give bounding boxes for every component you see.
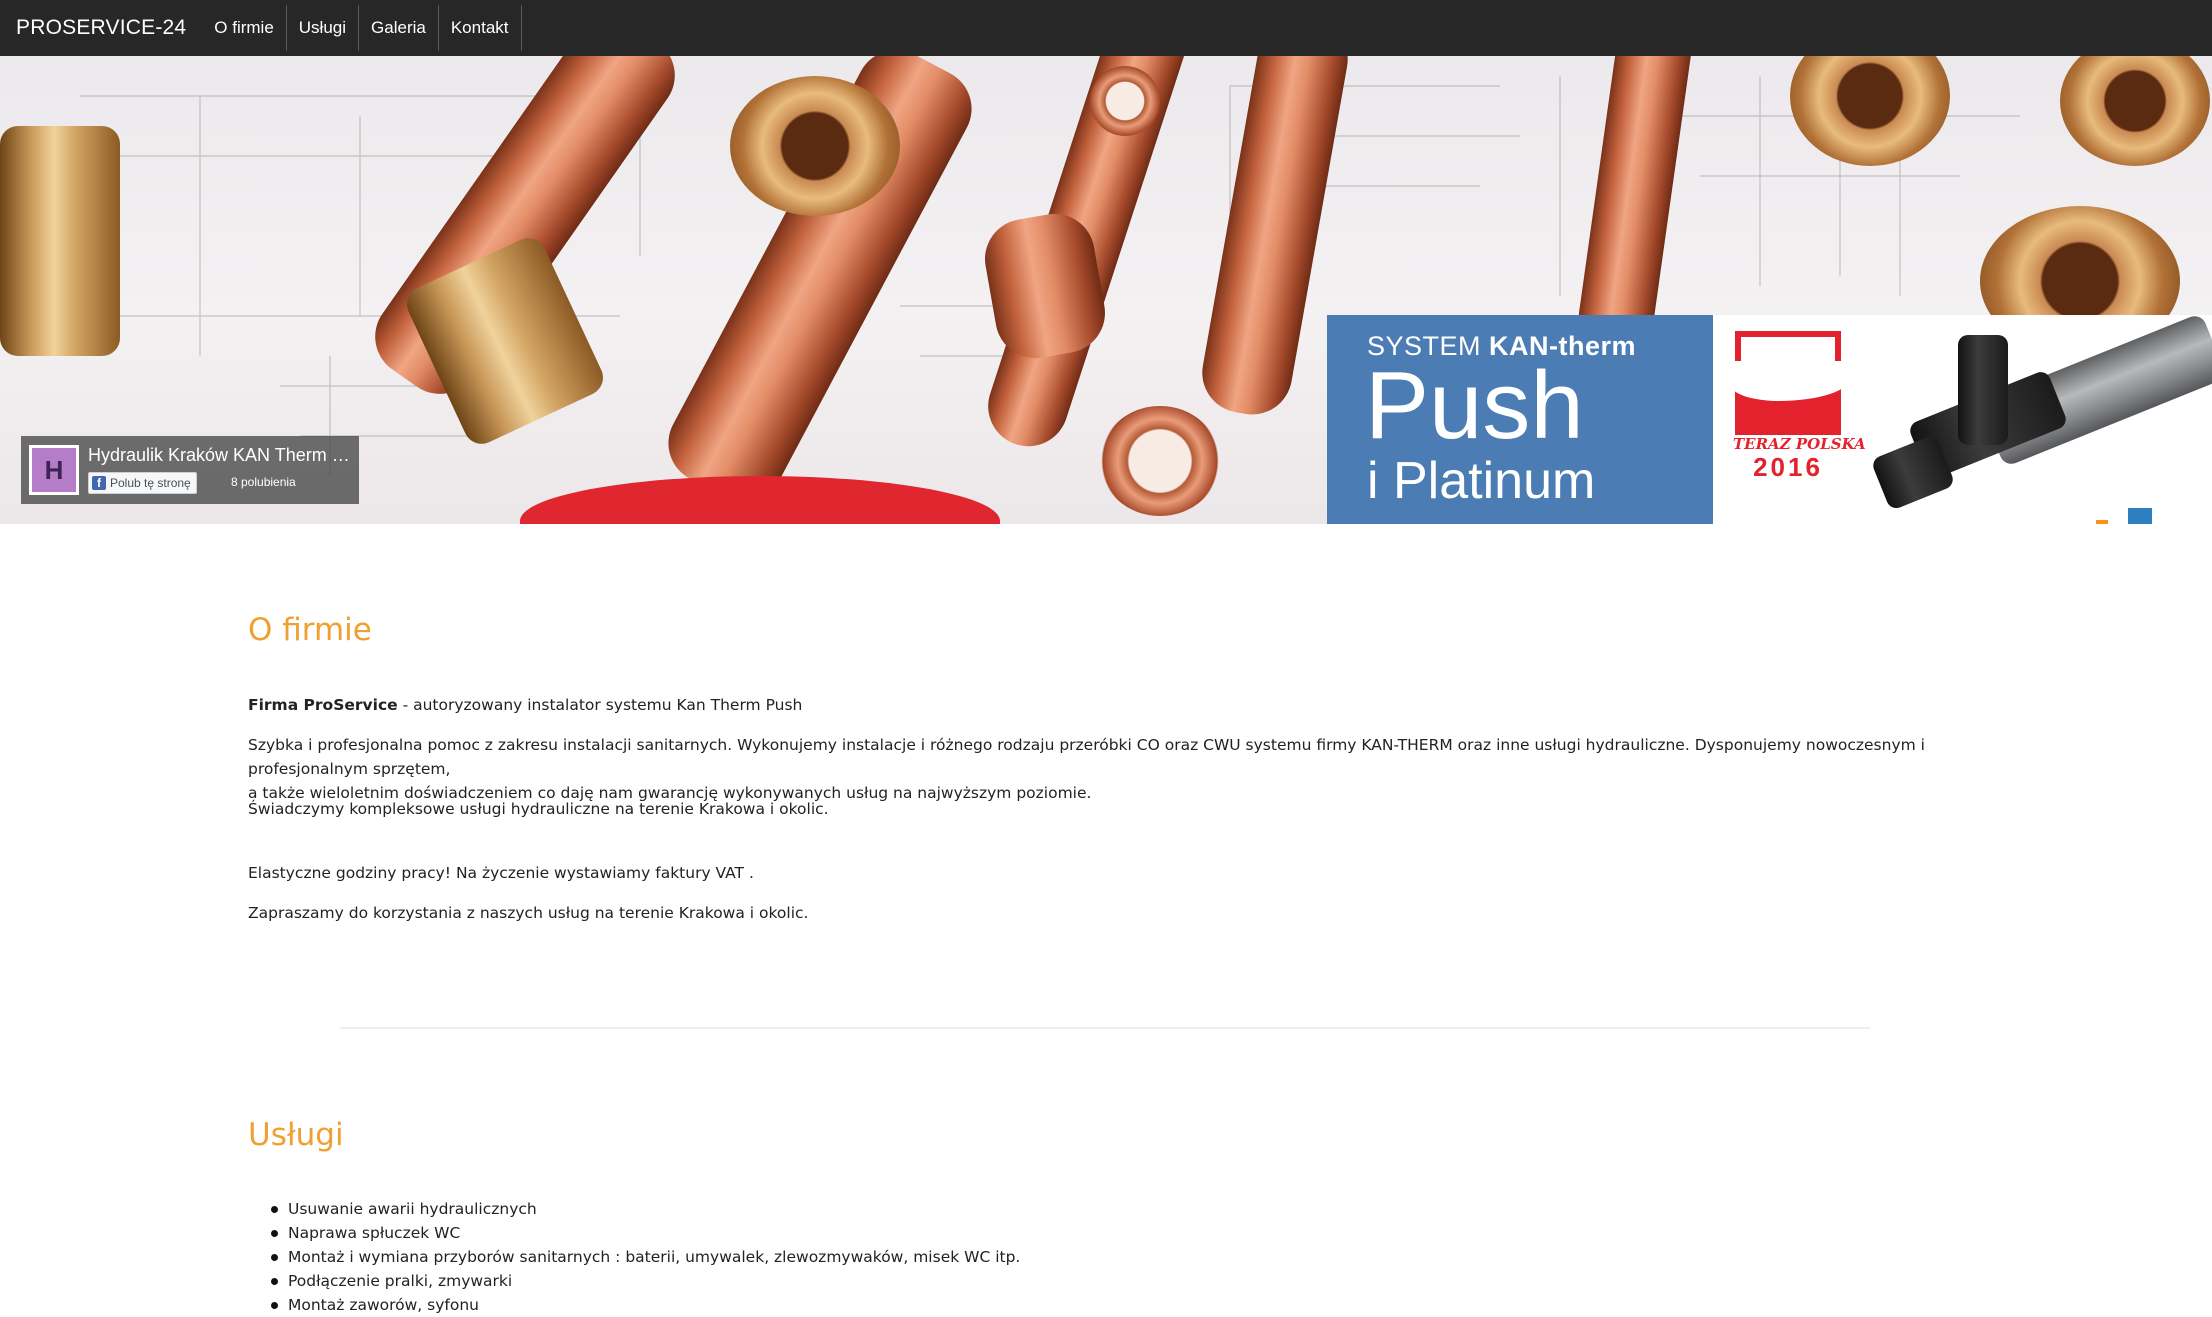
facebook-page-avatar[interactable]: H (29, 445, 79, 495)
services-section: Usługi (248, 1117, 1968, 1153)
services-title: Usługi (248, 1117, 344, 1153)
brass-nut (730, 76, 900, 216)
top-navbar: PROSERVICE-24 O firmie Usługi Galeria Ko… (0, 0, 2212, 56)
facebook-page-name[interactable]: Hydraulik Kraków KAN Therm Push (88, 445, 353, 466)
nav-item-kontakt[interactable]: Kontakt (439, 5, 522, 51)
kan-platinum-label: i Platinum (1367, 452, 1596, 510)
brass-fitting (0, 126, 120, 356)
about-paragraph-4: Zapraszamy do korzystania z naszych usłu… (248, 904, 809, 922)
avatar-letter: H (32, 448, 76, 492)
intro-company-name: Firma ProService (248, 696, 398, 714)
about-paragraph-1-line-1: Szybka i profesjonalna pomoc z zakresu i… (248, 736, 1925, 778)
teraz-polska-text: TERAZ POLSKA (1733, 435, 1866, 453)
about-intro: Firma ProService - autoryzowany instalat… (248, 693, 1968, 717)
facebook-icon: f (92, 476, 106, 490)
nav-item-o-firmie[interactable]: O firmie (202, 5, 287, 51)
about-section: O firmie (248, 612, 1968, 648)
teraz-polska-year: 2016 (1753, 452, 1823, 482)
about-paragraph-3: Elastyczne godziny pracy! Na życzenie wy… (248, 864, 754, 882)
about-paragraph-3-wrap: Elastyczne godziny pracy! Na życzenie wy… (248, 861, 1968, 885)
service-item: Podłączenie pralki, zmywarki (271, 1269, 1020, 1293)
nav-item-uslugi[interactable]: Usługi (287, 5, 360, 51)
copper-ring (1090, 66, 1160, 136)
teraz-polska-panel: TERAZ POLSKA 2016 (1713, 312, 2212, 524)
about-paragraph-4-wrap: Zapraszamy do korzystania z naszych usłu… (248, 901, 1968, 925)
brand-link[interactable]: PROSERVICE-24 (0, 0, 202, 56)
copper-ring (1100, 406, 1220, 516)
services-list: Usuwanie awarii hydraulicznych Naprawa s… (271, 1197, 1020, 1317)
section-divider (340, 1027, 1870, 1029)
kan-push-label: Push (1365, 352, 1584, 459)
service-item: Montaż zaworów, syfonu (271, 1293, 1020, 1317)
logo-square-blue (2128, 508, 2152, 524)
nav-item-galeria[interactable]: Galeria (359, 5, 439, 51)
service-item: Montaż i wymiana przyborów sanitarnych :… (271, 1245, 1020, 1269)
facebook-like-label: Polub tę stronę (110, 476, 191, 490)
teraz-polska-logo (1731, 331, 1851, 435)
logo-square-orange (2096, 520, 2108, 524)
about-title: O firmie (248, 612, 372, 648)
about-paragraph-1: Szybka i profesjonalna pomoc z zakresu i… (248, 733, 1968, 805)
black-tee-fitting (1958, 335, 2008, 445)
facebook-likes-count: 8 polubienia (231, 475, 296, 489)
hero-banner: SYSTEM KAN-therm Push i Platinum TERAZ P… (0, 56, 2212, 524)
about-paragraph-2-wrap: Świadczymy kompleksowe usługi hydraulicz… (248, 797, 1968, 821)
service-item: Naprawa spłuczek WC (271, 1221, 1020, 1245)
service-item: Usuwanie awarii hydraulicznych (271, 1197, 1020, 1221)
intro-text: - autoryzowany instalator systemu Kan Th… (397, 696, 803, 714)
facebook-like-button[interactable]: f Polub tę stronę (88, 472, 197, 494)
kan-therm-ad-panel: SYSTEM KAN-therm Push i Platinum (1327, 315, 1713, 524)
about-paragraph-2: Świadczymy kompleksowe usługi hydraulicz… (248, 800, 829, 818)
facebook-page-widget[interactable]: H Hydraulik Kraków KAN Therm Push f Polu… (21, 436, 359, 504)
